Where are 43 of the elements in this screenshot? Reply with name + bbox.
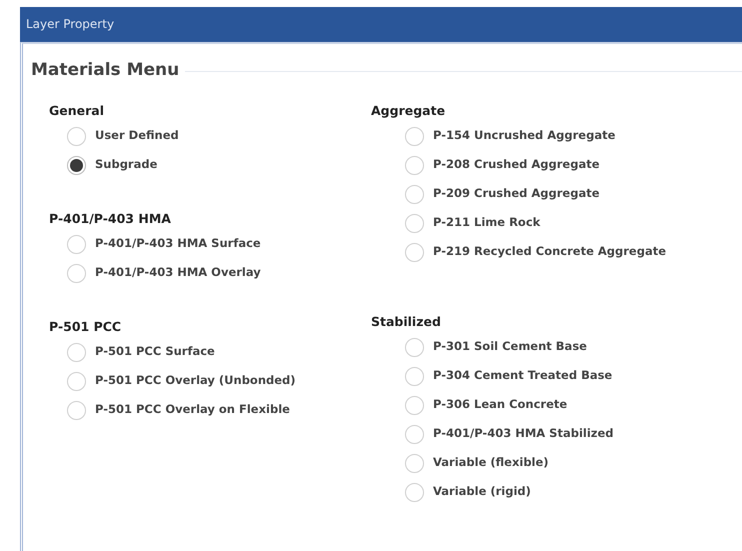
radio-button[interactable]: [405, 156, 424, 174]
group-heading: P-401/P-403 HMA: [49, 210, 172, 228]
option-label[interactable]: User Defined: [95, 127, 179, 145]
option-label[interactable]: P-501 PCC Overlay on Flexible: [95, 401, 290, 419]
radio-button[interactable]: [405, 214, 424, 232]
option-label[interactable]: P-301 Soil Cement Base: [433, 338, 587, 356]
option-label[interactable]: P-501 PCC Surface: [95, 343, 215, 361]
option-label[interactable]: Subgrade: [95, 156, 158, 174]
radio-button[interactable]: [67, 126, 86, 146]
window-title: Layer Property: [20, 7, 742, 42]
option-label[interactable]: P-401/P-403 HMA Stabilized: [433, 425, 614, 443]
option-label[interactable]: P-501 PCC Overlay (Unbonded): [95, 372, 296, 390]
radio-button[interactable]: [67, 156, 86, 174]
option-label[interactable]: P-208 Crushed Aggregate: [433, 156, 600, 174]
radio-button[interactable]: [67, 372, 86, 390]
option-label[interactable]: P-211 Lime Rock: [433, 214, 540, 232]
radio-button[interactable]: [405, 454, 424, 472]
radio-button[interactable]: [405, 482, 424, 502]
radio-button[interactable]: [405, 126, 424, 146]
option-label[interactable]: P-306 Lean Concrete: [433, 396, 568, 414]
group-heading: P-501 PCC: [49, 318, 122, 336]
option-label[interactable]: P-154 Uncrushed Aggregate: [433, 127, 616, 145]
option-label[interactable]: P-219 Recycled Concrete Aggregate: [433, 243, 666, 261]
radio-button[interactable]: [405, 396, 424, 414]
option-label[interactable]: P-401/P-403 HMA Surface: [95, 235, 261, 253]
group-heading: Stabilized: [371, 312, 442, 330]
option-label[interactable]: P-401/P-403 HMA Overlay: [95, 264, 261, 282]
panel-title: Materials Menu: [31, 59, 180, 82]
radio-button[interactable]: [405, 366, 424, 386]
radio-button[interactable]: [405, 184, 424, 204]
group-heading: General: [49, 102, 105, 120]
radio-button[interactable]: [67, 264, 86, 282]
radio-button[interactable]: [67, 400, 86, 420]
radio-button[interactable]: [405, 424, 424, 444]
group-heading: Aggregate: [371, 102, 446, 120]
option-label[interactable]: P-304 Cement Treated Base: [433, 367, 612, 385]
option-label[interactable]: Variable (rigid): [433, 483, 531, 501]
option-label[interactable]: Variable (flexible): [433, 454, 549, 472]
radio-button[interactable]: [67, 234, 86, 254]
radio-button[interactable]: [405, 338, 424, 356]
radio-button[interactable]: [67, 342, 86, 362]
radio-button[interactable]: [405, 242, 424, 262]
option-label[interactable]: P-209 Crushed Aggregate: [433, 185, 600, 203]
